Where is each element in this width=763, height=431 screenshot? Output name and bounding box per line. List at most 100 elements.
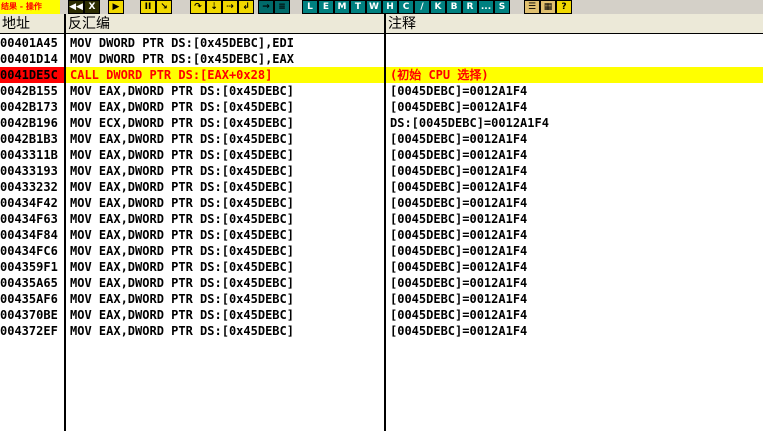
row-address: 00434F42	[0, 196, 58, 210]
row-disassembly: MOV EAX,DWORD PTR DS:[0x45DEBC]	[70, 148, 294, 162]
button-w[interactable]: W	[366, 0, 382, 14]
row-address: 00434F63	[0, 212, 58, 226]
button-r[interactable]: R	[462, 0, 478, 14]
button-b[interactable]: B	[446, 0, 462, 14]
button-h[interactable]: H	[382, 0, 398, 14]
pause-icon[interactable]: II	[140, 0, 156, 14]
row-disassembly: MOV EAX,DWORD PTR DS:[0x45DEBC]	[70, 164, 294, 178]
row-disassembly: CALL DWORD PTR DS:[EAX+0x28]	[70, 68, 273, 82]
row-comment: [0045DEBC]=0012A1F4	[390, 212, 528, 226]
table-row[interactable]: 0042B155 MOV EAX,DWORD PTR DS:[0x45DEBC] […	[0, 83, 763, 99]
table-row[interactable]: 00401A45 MOV DWORD PTR DS:[0x45DEBC],EDI	[0, 35, 763, 51]
row-comment: [0045DEBC]=0012A1F4	[390, 132, 528, 146]
trace-over-icon[interactable]: ⇢	[222, 0, 238, 14]
row-address: 00433232	[0, 180, 58, 194]
button-t[interactable]: T	[350, 0, 366, 14]
help-icon[interactable]: ?	[556, 0, 572, 14]
button-m[interactable]: M	[334, 0, 350, 14]
table-row[interactable]: 0043311B MOV EAX,DWORD PTR DS:[0x45DEBC] […	[0, 147, 763, 163]
list-icon[interactable]: ≡	[274, 0, 290, 14]
row-comment: [0045DEBC]=0012A1F4	[390, 228, 528, 242]
table-row[interactable]: 0042B1B3 MOV EAX,DWORD PTR DS:[0x45DEBC] […	[0, 131, 763, 147]
list-view-icon[interactable]: ☰	[524, 0, 540, 14]
row-disassembly: MOV EAX,DWORD PTR DS:[0x45DEBC]	[70, 260, 294, 274]
button-slash[interactable]: /	[414, 0, 430, 14]
row-address: 00434F84	[0, 228, 58, 242]
table-row[interactable]: 0041DE5C CALL DWORD PTR DS:[EAX+0x28] (初始 …	[0, 67, 763, 83]
row-comment: [0045DEBC]=0012A1F4	[390, 292, 528, 306]
row-address: 0043311B	[0, 148, 58, 162]
table-row[interactable]: 00434FC6 MOV EAX,DWORD PTR DS:[0x45DEBC] […	[0, 243, 763, 259]
row-comment	[390, 51, 763, 67]
row-disassembly: MOV EAX,DWORD PTR DS:[0x45DEBC]	[70, 132, 294, 146]
window-title-tag: 结果 - 操作	[0, 0, 60, 14]
row-address: 0042B155	[0, 84, 58, 98]
button-e[interactable]: E	[318, 0, 334, 14]
row-comment: [0045DEBC]=0012A1F4	[390, 84, 528, 98]
row-address: 00433193	[0, 164, 58, 178]
execute-till-return-icon[interactable]: ↲	[238, 0, 254, 14]
button-s[interactable]: S	[494, 0, 510, 14]
row-address: 0042B196	[0, 116, 58, 130]
row-disassembly: MOV ECX,DWORD PTR DS:[0x45DEBC]	[70, 116, 294, 130]
row-disassembly: MOV EAX,DWORD PTR DS:[0x45DEBC]	[70, 308, 294, 322]
table-row[interactable]: 00435A65 MOV EAX,DWORD PTR DS:[0x45DEBC] […	[0, 275, 763, 291]
table-row[interactable]: 00434F42 MOV EAX,DWORD PTR DS:[0x45DEBC] […	[0, 195, 763, 211]
table-row[interactable]: 0042B173 MOV EAX,DWORD PTR DS:[0x45DEBC] […	[0, 99, 763, 115]
run-icon[interactable]: ▶	[108, 0, 124, 14]
row-comment: DS:[0045DEBC]=0012A1F4	[390, 116, 549, 130]
row-disassembly: MOV DWORD PTR DS:[0x45DEBC],EDI	[70, 36, 294, 50]
table-row[interactable]: 004359F1 MOV EAX,DWORD PTR DS:[0x45DEBC] […	[0, 259, 763, 275]
table-row[interactable]: 00434F63 MOV EAX,DWORD PTR DS:[0x45DEBC] […	[0, 211, 763, 227]
row-comment: (初始 CPU 选择)	[390, 68, 489, 82]
table-row[interactable]: 00401D14 MOV DWORD PTR DS:[0x45DEBC],EAX	[0, 51, 763, 67]
table-row[interactable]: 00433193 MOV EAX,DWORD PTR DS:[0x45DEBC] […	[0, 163, 763, 179]
row-comment: [0045DEBC]=0012A1F4	[390, 196, 528, 210]
row-disassembly: MOV EAX,DWORD PTR DS:[0x45DEBC]	[70, 100, 294, 114]
row-address: 00401D14	[0, 52, 58, 66]
row-comment	[390, 35, 763, 51]
table-row[interactable]: 0042B196 MOV ECX,DWORD PTR DS:[0x45DEBC] D…	[0, 115, 763, 131]
table-row[interactable]: 00434F84 MOV EAX,DWORD PTR DS:[0x45DEBC] […	[0, 227, 763, 243]
row-comment: [0045DEBC]=0012A1F4	[390, 260, 528, 274]
row-disassembly: MOV EAX,DWORD PTR DS:[0x45DEBC]	[70, 212, 294, 226]
row-disassembly: MOV EAX,DWORD PTR DS:[0x45DEBC]	[70, 292, 294, 306]
column-header-disassembly[interactable]: 反汇编	[66, 14, 386, 34]
button-k[interactable]: K	[430, 0, 446, 14]
row-comment: [0045DEBC]=0012A1F4	[390, 276, 528, 290]
column-header-address[interactable]: 地址	[0, 14, 66, 34]
row-disassembly: MOV EAX,DWORD PTR DS:[0x45DEBC]	[70, 228, 294, 242]
row-comment: [0045DEBC]=0012A1F4	[390, 164, 528, 178]
column-header-comment[interactable]: 注释	[386, 14, 763, 34]
row-disassembly: MOV EAX,DWORD PTR DS:[0x45DEBC]	[70, 84, 294, 98]
grid-view-icon[interactable]: ▦	[540, 0, 556, 14]
row-address: 0042B1B3	[0, 132, 58, 146]
row-disassembly: MOV EAX,DWORD PTR DS:[0x45DEBC]	[70, 244, 294, 258]
button-l[interactable]: L	[302, 0, 318, 14]
column-divider-2[interactable]	[384, 14, 386, 431]
button-c[interactable]: C	[398, 0, 414, 14]
row-address: 0041DE5C	[0, 67, 64, 83]
trace-into-icon[interactable]: ⇣	[206, 0, 222, 14]
toolbar: 结果 - 操作 ◀◀ X ▶ II ↘ ↷ ⇣ ⇢ ↲ → ≡ L E M T W H C / K B R... S ☰ ▦?	[0, 0, 763, 14]
close-icon[interactable]: X	[84, 0, 100, 14]
row-address: 00435AF6	[0, 292, 58, 306]
step-over-icon[interactable]: ↷	[190, 0, 206, 14]
table-row[interactable]: 004372EF MOV EAX,DWORD PTR DS:[0x45DEBC] […	[0, 323, 763, 339]
table-row[interactable]: 00433232 MOV EAX,DWORD PTR DS:[0x45DEBC] […	[0, 179, 763, 195]
column-divider-1[interactable]	[64, 14, 66, 431]
row-address: 00435A65	[0, 276, 58, 290]
table-row[interactable]: 00435AF6 MOV EAX,DWORD PTR DS:[0x45DEBC] […	[0, 291, 763, 307]
go-to-icon[interactable]: →	[258, 0, 274, 14]
row-disassembly: MOV EAX,DWORD PTR DS:[0x45DEBC]	[70, 196, 294, 210]
table-row[interactable]: 004370BE MOV EAX,DWORD PTR DS:[0x45DEBC] […	[0, 307, 763, 323]
row-disassembly: MOV EAX,DWORD PTR DS:[0x45DEBC]	[70, 276, 294, 290]
row-disassembly: MOV DWORD PTR DS:[0x45DEBC],EAX	[70, 52, 294, 66]
row-comment: [0045DEBC]=0012A1F4	[390, 180, 528, 194]
row-disassembly: MOV EAX,DWORD PTR DS:[0x45DEBC]	[70, 324, 294, 338]
row-address: 00434FC6	[0, 244, 58, 258]
row-comment: [0045DEBC]=0012A1F4	[390, 324, 528, 338]
step-into-icon[interactable]: ↘	[156, 0, 172, 14]
button-dots[interactable]: ...	[478, 0, 494, 14]
rewind-icon[interactable]: ◀◀	[68, 0, 84, 14]
